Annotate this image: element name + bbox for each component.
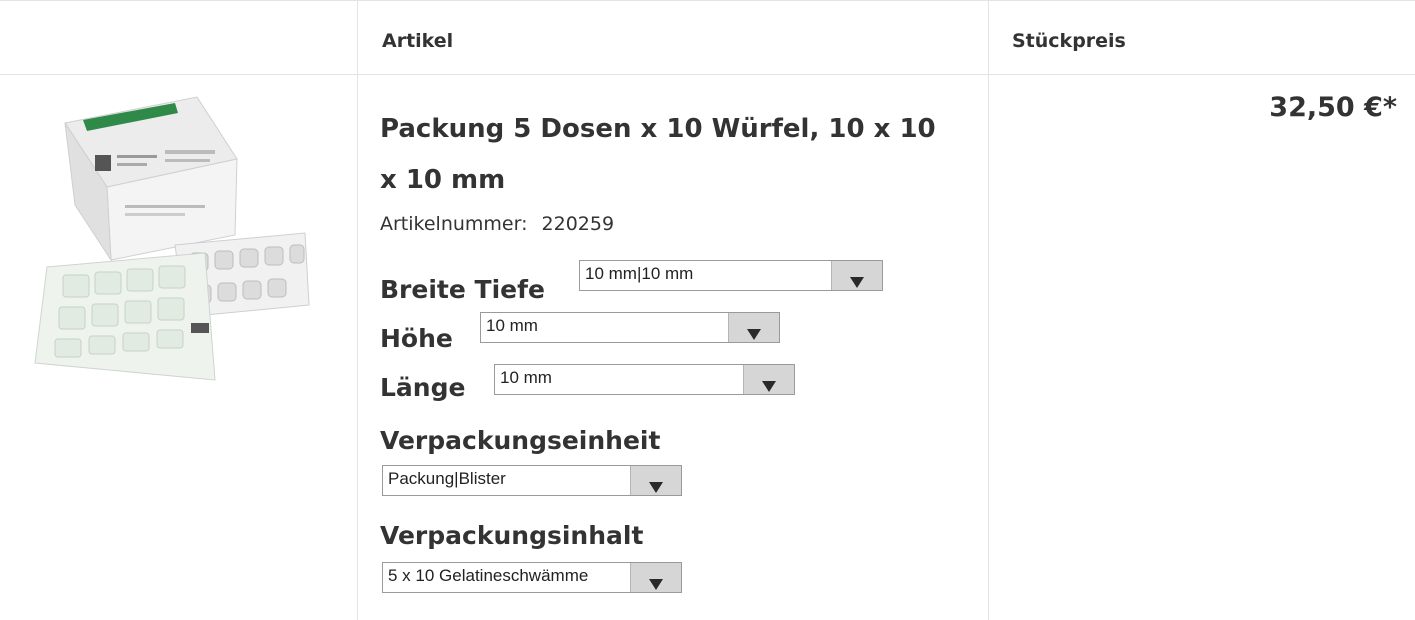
option-label-verpackungsinhalt: Verpackungsinhalt [380,521,644,550]
select-value: 10 mm [486,316,538,335]
option-label-laenge: Länge [380,373,466,402]
triangle-down-icon [649,482,663,493]
column-divider [988,0,989,620]
triangle-down-icon [649,579,663,590]
dropdown-button[interactable] [630,563,681,592]
product-table: Artikel Stückpreis Packung 5 Dosen x 10 … [0,0,1415,620]
header-divider [0,74,1415,75]
product-image[interactable] [25,95,345,400]
select-breite-tiefe[interactable]: 10 mm|10 mm [579,260,883,291]
select-value: 5 x 10 Gelatineschwämme [388,566,589,585]
select-verpackungsinhalt[interactable]: 5 x 10 Gelatineschwämme [382,562,682,593]
dropdown-button[interactable] [728,313,779,342]
dropdown-button[interactable] [831,261,882,290]
select-hoehe[interactable]: 10 mm [480,312,780,343]
option-label-hoehe: Höhe [380,324,453,353]
select-verpackungseinheit[interactable]: Packung|Blister [382,465,682,496]
table-top-border [0,0,1415,1]
unit-price: 32,50 €* [1269,92,1397,123]
select-value: Packung|Blister [388,469,506,488]
triangle-down-icon [747,329,761,340]
select-value: 10 mm|10 mm [585,264,694,283]
select-laenge[interactable]: 10 mm [494,364,795,395]
triangle-down-icon [762,381,776,392]
dropdown-button[interactable] [743,365,794,394]
triangle-down-icon [850,277,864,288]
article-number-value: 220259 [541,213,615,235]
article-number-row: Artikelnummer: 220259 [380,213,614,235]
select-value: 10 mm [500,368,552,387]
header-unit-price: Stückpreis [1012,30,1126,52]
article-number-label: Artikelnummer: [380,213,528,235]
option-label-verpackungseinheit: Verpackungseinheit [380,426,661,455]
option-label-breite-tiefe: Breite Tiefe [380,275,545,304]
column-divider [357,0,358,620]
dropdown-button[interactable] [630,466,681,495]
product-title[interactable]: Packung 5 Dosen x 10 Würfel, 10 x 10 x 1… [380,104,960,206]
header-article: Artikel [382,30,454,52]
